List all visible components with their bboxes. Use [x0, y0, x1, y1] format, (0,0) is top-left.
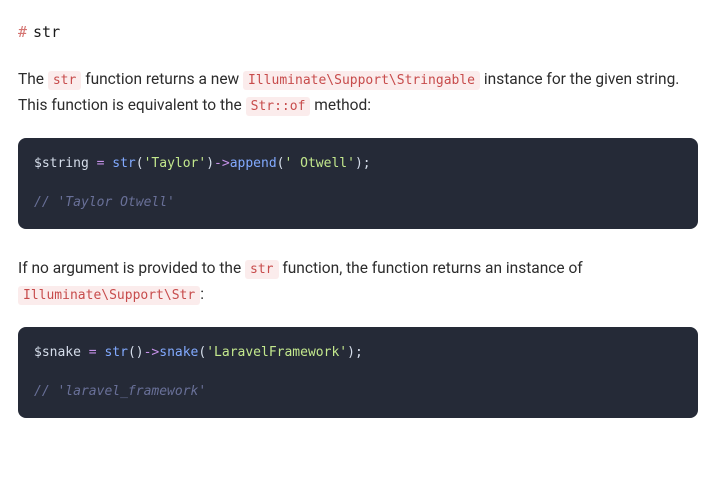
section-heading: # str — [18, 20, 698, 46]
token-function: str — [112, 156, 135, 171]
token-paren: ) — [347, 345, 355, 360]
text: function, the function returns an instan… — [279, 259, 583, 277]
code-line: $string = str('Taylor')->append(' Otwell… — [34, 154, 682, 174]
inline-code-illuminate-str: Illuminate\Support\Str — [18, 286, 200, 305]
token-space — [89, 156, 97, 171]
token-arrow: -> — [214, 156, 230, 171]
token-paren: ( — [136, 156, 144, 171]
text: If no argument is provided to the — [18, 259, 245, 277]
token-space — [81, 345, 89, 360]
token-string: ' Otwell' — [285, 156, 355, 171]
inline-code-str: str — [48, 71, 81, 90]
heading-hash[interactable]: # — [18, 20, 27, 46]
code-line-blank — [34, 363, 682, 383]
token-paren: ) — [206, 156, 214, 171]
token-paren: ( — [277, 156, 285, 171]
text: : — [200, 285, 204, 303]
inline-code-strof: Str::of — [246, 97, 311, 116]
code-line: // 'Taylor Otwell' — [34, 193, 682, 213]
inline-code-str: str — [245, 260, 278, 279]
text: function returns a new — [81, 70, 243, 88]
token-comment: // 'Taylor Otwell' — [34, 195, 175, 210]
token-semicolon: ; — [363, 156, 371, 171]
paragraph-2: If no argument is provided to the str fu… — [18, 255, 698, 308]
token-paren: ) — [355, 156, 363, 171]
token-method: snake — [159, 345, 198, 360]
token-string: 'Taylor' — [144, 156, 207, 171]
heading-title: str — [33, 20, 60, 46]
code-line: $snake = str()->snake('LaravelFramework'… — [34, 343, 682, 363]
token-paren: ( — [128, 345, 136, 360]
token-comment: // 'laravel_framework' — [34, 384, 206, 399]
paragraph-1: The str function returns a new Illuminat… — [18, 66, 698, 119]
code-block-1: $string = str('Taylor')->append(' Otwell… — [18, 138, 698, 229]
code-line: // 'laravel_framework' — [34, 382, 682, 402]
text: The — [18, 70, 48, 88]
code-block-2: $snake = str()->snake('LaravelFramework'… — [18, 327, 698, 418]
code-line-blank — [34, 174, 682, 194]
token-string: 'LaravelFramework' — [206, 345, 347, 360]
inline-code-stringable: Illuminate\Support\Stringable — [243, 71, 480, 90]
token-method: append — [230, 156, 277, 171]
token-equals: = — [89, 345, 97, 360]
token-semicolon: ; — [355, 345, 363, 360]
token-paren: ) — [136, 345, 144, 360]
token-variable: $snake — [34, 345, 81, 360]
token-function: str — [104, 345, 127, 360]
text: method: — [310, 96, 371, 114]
token-variable: $string — [34, 156, 89, 171]
token-arrow: -> — [144, 345, 160, 360]
